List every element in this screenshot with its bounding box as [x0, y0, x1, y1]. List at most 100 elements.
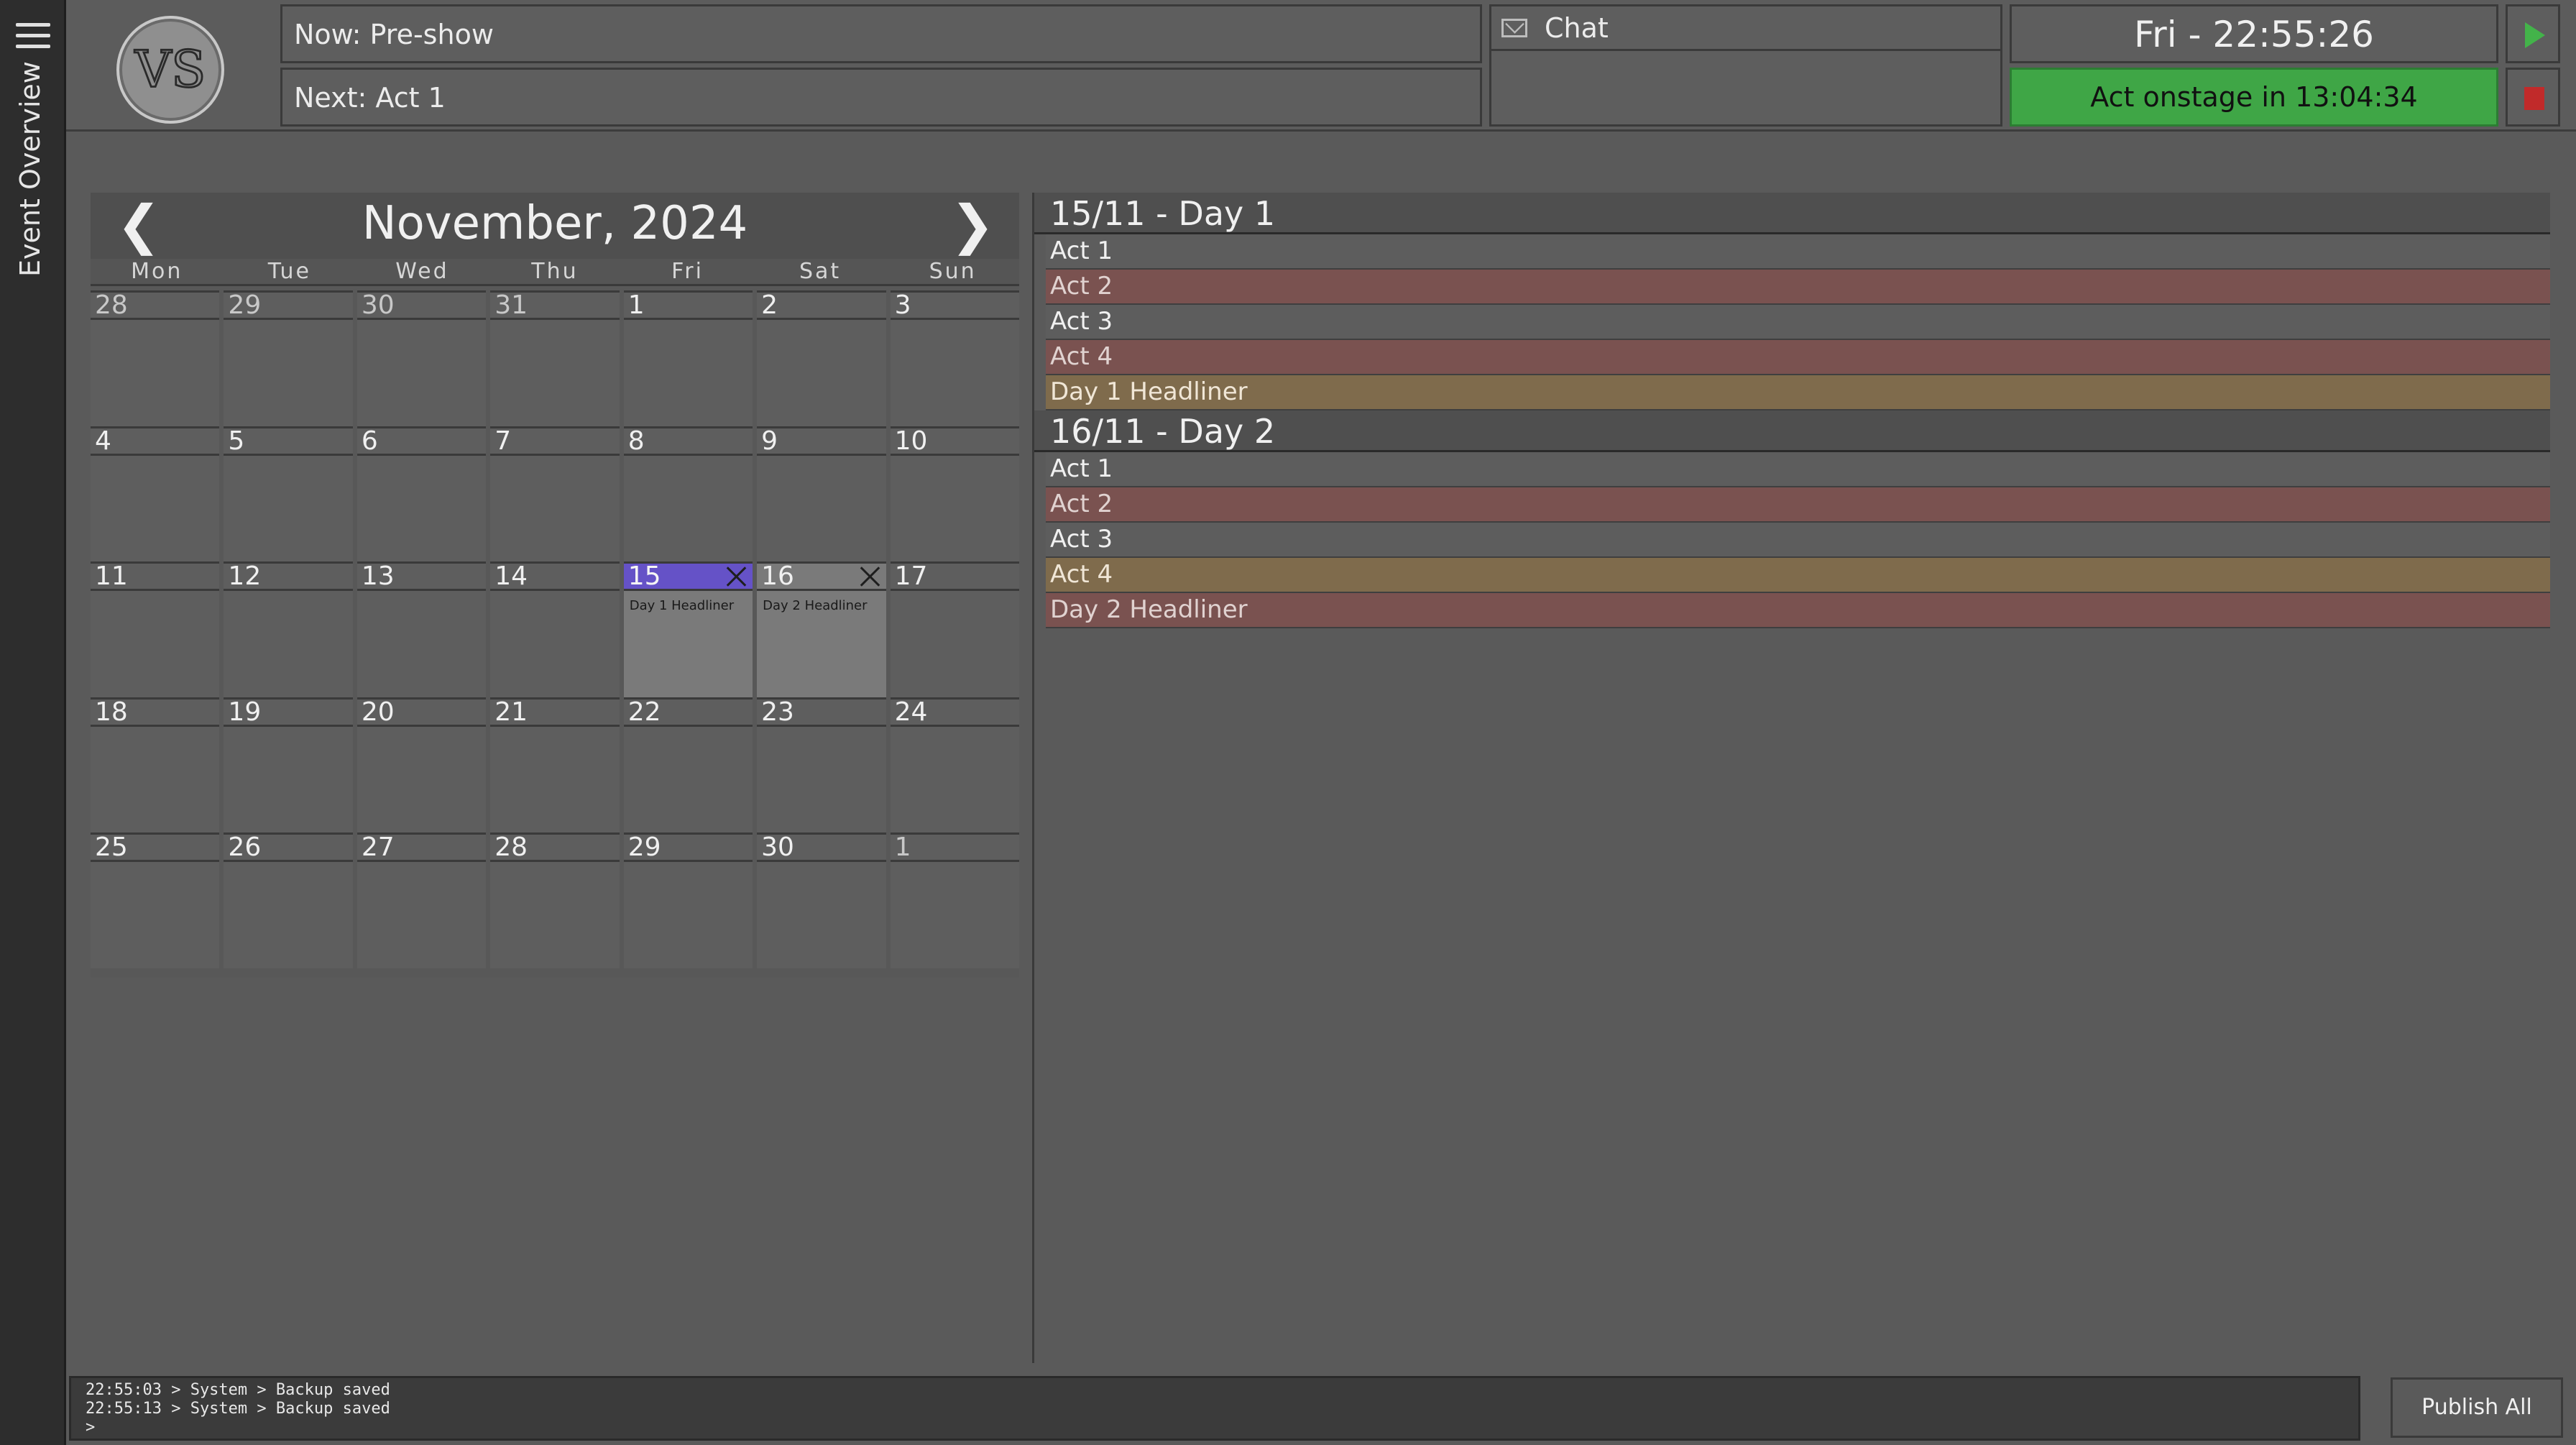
day-event-label: Day 1 Headliner — [629, 598, 735, 613]
day-number: 14 — [490, 564, 620, 591]
now-field: Now: Pre-show — [280, 4, 1482, 63]
day-number: 3 — [890, 293, 1019, 320]
remove-day-icon[interactable] — [725, 565, 747, 587]
calendar-day[interactable]: 17 — [890, 561, 1019, 697]
day-number: 2 — [757, 293, 886, 320]
day-number: 7 — [490, 428, 620, 456]
calendar-day[interactable]: 20 — [356, 697, 487, 832]
weekday-label: Sat — [799, 259, 842, 284]
calendar-day[interactable]: 14 — [490, 561, 620, 697]
schedule-act-row[interactable]: Act 4 — [1046, 340, 2550, 375]
day-number: 1 — [890, 835, 1019, 862]
day-number: 17 — [890, 564, 1019, 591]
schedule-day-title[interactable]: 16/11 - Day 2 — [1034, 410, 2550, 452]
day-number: 30 — [757, 835, 886, 862]
calendar-day[interactable]: 7 — [490, 426, 620, 561]
sidebar-tab-event-overview[interactable]: Event Overview — [14, 61, 46, 277]
calendar-day[interactable]: 24 — [890, 697, 1019, 832]
day-number: 1 — [623, 293, 753, 320]
calendar-day[interactable]: 1 — [890, 832, 1019, 968]
mail-icon — [1501, 18, 1527, 37]
day-number: 4 — [91, 428, 220, 456]
schedule-day: 15/11 - Day 1 Act 1 Act 2 Act 3 Act 4 Day 1 H… — [1034, 193, 2550, 410]
day-number: 22 — [623, 699, 753, 727]
calendar-day[interactable]: 30 — [356, 290, 487, 426]
day-number: 10 — [890, 428, 1019, 456]
day-number: 6 — [356, 428, 487, 456]
calendar-day[interactable]: 11 — [91, 561, 220, 697]
clock-display: Fri - 22:55:26 — [2010, 4, 2498, 63]
schedule-act-row[interactable]: Day 2 Headliner — [1046, 593, 2550, 628]
calendar-day[interactable]: 26 — [224, 832, 353, 968]
chat-panel[interactable]: Chat — [1489, 4, 2002, 127]
calendar-day[interactable]: 12 — [224, 561, 353, 697]
day-number: 31 — [490, 293, 620, 320]
day-number: 18 — [91, 699, 220, 727]
calendar-day[interactable]: 4 — [91, 426, 220, 561]
calendar-month-title: November, 2024 — [362, 197, 748, 250]
calendar-day[interactable]: 28 — [490, 832, 620, 968]
top-bar: VS Now: Pre-show Next: Act 1 Chat Fri - … — [66, 0, 2576, 132]
schedule-day-title[interactable]: 15/11 - Day 1 — [1034, 193, 2550, 234]
day-number: 29 — [623, 835, 753, 862]
calendar-grid: 28 29 30 31 1 2 3 4 5 6 7 8 9 10 11 12 13 14 15 Day 1 Headl… — [91, 290, 1019, 968]
sidebar: Event Overview — [0, 0, 66, 1445]
app-logo: VS — [116, 16, 224, 124]
calendar-day[interactable]: 8 — [623, 426, 753, 561]
calendar-day[interactable]: 23 — [757, 697, 886, 832]
day-number: 19 — [224, 699, 353, 727]
calendar-day[interactable]: 13 — [356, 561, 487, 697]
log-line: 22:55:03 > System > Backup saved — [86, 1381, 390, 1399]
calendar-day[interactable]: 25 — [91, 832, 220, 968]
chevron-right-icon[interactable]: ❯ — [950, 198, 995, 252]
schedule-act-row[interactable]: Act 4 — [1046, 558, 2550, 593]
weekday-label: Thu — [531, 259, 579, 284]
schedule-act-row[interactable]: Act 2 — [1046, 487, 2550, 523]
schedule-act-row[interactable]: Act 1 — [1046, 234, 2550, 270]
day-number: 25 — [91, 835, 220, 862]
hamburger-icon[interactable] — [16, 23, 50, 50]
day-number: 5 — [224, 428, 353, 456]
calendar-day[interactable]: 28 — [91, 290, 220, 426]
calendar-day[interactable]: 27 — [356, 832, 487, 968]
calendar-day[interactable]: 19 — [224, 697, 353, 832]
weekday-label: Tue — [267, 259, 311, 284]
day-number: 30 — [356, 293, 487, 320]
calendar-day[interactable]: 10 — [890, 426, 1019, 561]
day-number: 28 — [490, 835, 620, 862]
calendar-day[interactable]: 21 — [490, 697, 620, 832]
calendar-day[interactable]: 31 — [490, 290, 620, 426]
chat-header[interactable]: Chat — [1491, 6, 2000, 51]
calendar-day[interactable]: 22 — [623, 697, 753, 832]
calendar-day[interactable]: 1 — [623, 290, 753, 426]
calendar-day[interactable]: 3 — [890, 290, 1019, 426]
schedule-act-row[interactable]: Day 1 Headliner — [1046, 375, 2550, 410]
schedule-act-row[interactable]: Act 3 — [1046, 523, 2550, 558]
calendar-day[interactable]: 18 — [91, 697, 220, 832]
calendar-day[interactable]: 15 Day 1 Headliner — [623, 561, 753, 697]
calendar-day[interactable]: 9 — [757, 426, 886, 561]
calendar: ❮ November, 2024 ❯ Mon Tue Wed Thu Fri Sat Sun… — [91, 193, 1019, 978]
calendar-day[interactable]: 2 — [757, 290, 886, 426]
weekday-label: Wed — [395, 259, 449, 284]
remove-day-icon[interactable] — [859, 565, 880, 587]
schedule-act-row[interactable]: Act 1 — [1046, 452, 2550, 487]
publish-all-button[interactable]: Publish All — [2391, 1377, 2563, 1438]
calendar-day[interactable]: 29 — [623, 832, 753, 968]
stop-button[interactable] — [2506, 68, 2560, 127]
calendar-day[interactable]: 16 Day 2 Headliner — [757, 561, 886, 697]
calendar-day[interactable]: 29 — [224, 290, 353, 426]
weekday-label: Sun — [929, 259, 977, 284]
schedule-act-row[interactable]: Act 2 — [1046, 270, 2550, 305]
calendar-day[interactable]: 6 — [356, 426, 487, 561]
day-number: 9 — [757, 428, 886, 456]
log-console[interactable]: 22:55:03 > System > Backup saved 22:55:1… — [69, 1376, 2360, 1441]
calendar-day[interactable]: 30 — [757, 832, 886, 968]
console-prompt[interactable]: > — [86, 1418, 2344, 1437]
play-button[interactable] — [2506, 4, 2560, 63]
onstage-countdown: Act onstage in 13:04:34 — [2010, 68, 2498, 127]
day-number: 26 — [224, 835, 353, 862]
day-number: 13 — [356, 564, 487, 591]
calendar-day[interactable]: 5 — [224, 426, 353, 561]
schedule-act-row[interactable]: Act 3 — [1046, 305, 2550, 340]
